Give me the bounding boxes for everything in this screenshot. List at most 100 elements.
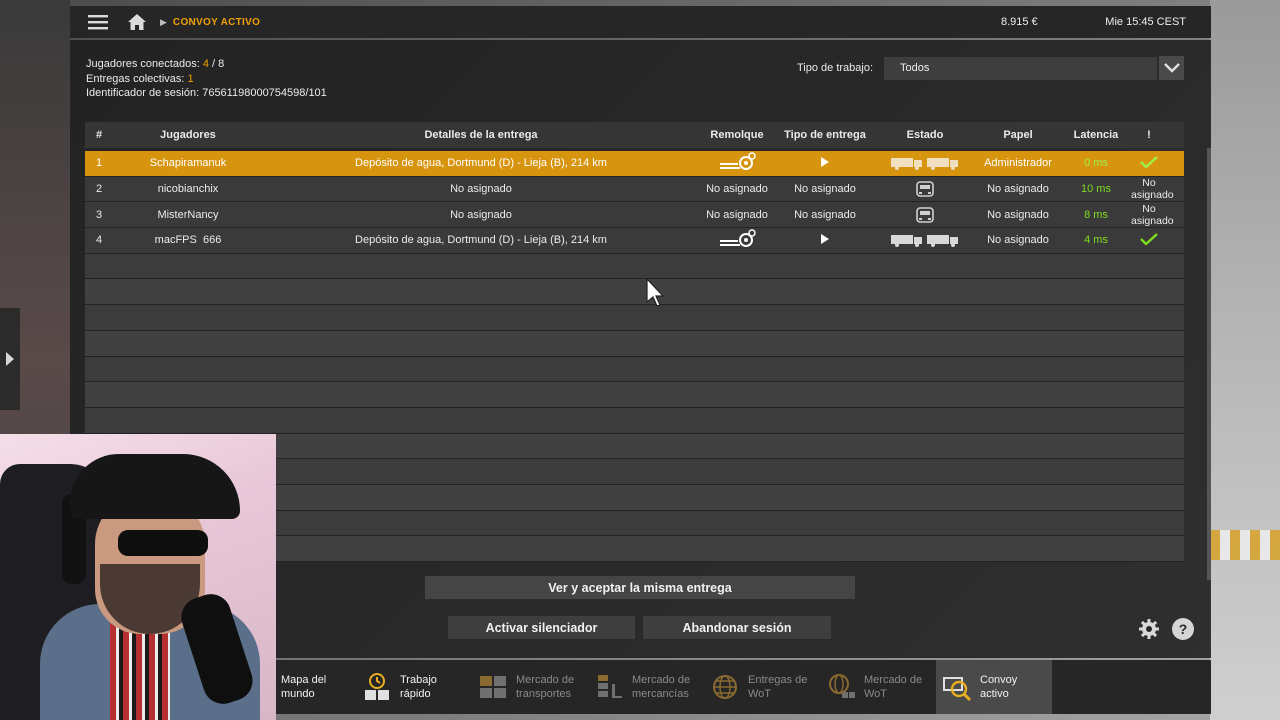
row-player: Schapiramanuk xyxy=(149,157,227,170)
deliveries-label: Entregas colectivas: xyxy=(86,72,185,85)
nav-quick-job[interactable]: Trabajo rápido xyxy=(356,660,472,714)
nav-wot-market[interactable]: Mercado de WoT xyxy=(820,660,936,714)
row-latency: 8 ms xyxy=(1084,208,1108,221)
col-status[interactable]: Estado xyxy=(875,129,975,141)
checkmark-icon xyxy=(1131,155,1167,171)
table-scrollbar[interactable] xyxy=(1207,148,1211,580)
nav-label: Mercado de mercancías xyxy=(632,674,691,700)
nav-active-convoy[interactable]: Convoy activo xyxy=(936,660,1052,714)
row-trailer: No asignado xyxy=(706,208,768,221)
empty-row xyxy=(85,253,1184,280)
side-expand-button[interactable] xyxy=(0,308,20,410)
nav-world-map[interactable]: Mapa del mundo xyxy=(276,660,356,714)
session-id: Identificador de sesión: 765611980007545… xyxy=(86,86,327,101)
truck-status-icon xyxy=(891,158,922,171)
clock-boxes-icon xyxy=(362,672,392,702)
cargo-market-icon xyxy=(594,672,624,702)
sunglasses xyxy=(118,530,208,556)
status-trucks xyxy=(875,156,975,171)
transport-market-icon xyxy=(478,672,508,702)
table-row[interactable]: 4 macFPS 666 Depósito de agua, Dortmund … xyxy=(85,228,1184,254)
nav-label: Mercado de transportes xyxy=(516,674,575,700)
row-ready: No asignado xyxy=(1131,202,1174,227)
truck-status-icon xyxy=(927,235,958,248)
convoy-search-icon xyxy=(942,672,972,702)
col-trailer[interactable]: Remolque xyxy=(699,129,775,141)
col-number[interactable]: # xyxy=(85,129,113,141)
trailer-icon xyxy=(699,152,775,175)
empty-row xyxy=(85,330,1184,357)
col-details[interactable]: Detalles de la entrega xyxy=(263,129,699,141)
row-number: 1 xyxy=(95,157,103,170)
empty-row xyxy=(85,382,1184,408)
row-number: 3 xyxy=(95,208,103,221)
gear-icon[interactable] xyxy=(1138,618,1160,640)
play-icon xyxy=(775,233,875,247)
play-icon xyxy=(775,156,875,170)
globe-icon xyxy=(710,672,740,702)
webcam-overlay xyxy=(0,434,276,720)
job-type-label: Tipo de trabajo: xyxy=(797,62,874,74)
col-role[interactable]: Papel xyxy=(975,129,1061,141)
chevron-down-icon xyxy=(1163,63,1180,73)
hamburger-menu-icon[interactable] xyxy=(80,6,116,38)
row-player: nicobianchix xyxy=(157,183,219,196)
table-row[interactable]: 3 MisterNancy No asignado No asignado No… xyxy=(85,202,1184,229)
nav-transport-market[interactable]: Mercado de transportes xyxy=(472,660,588,714)
home-icon[interactable] xyxy=(122,6,152,38)
bottom-nav: Mapa del mundo Trabajo rápido Mercado de… xyxy=(276,660,1211,714)
nav-label: Trabajo rápido xyxy=(400,674,437,700)
breadcrumb[interactable]: CONVOY ACTIVO xyxy=(173,17,260,28)
row-details: Depósito de agua, Dortmund (D) - Lieja (… xyxy=(355,234,607,247)
players-sep: / xyxy=(208,58,219,70)
top-bar: ▶ CONVOY ACTIVO 8.915 € Mie 15:45 CEST xyxy=(70,6,1211,38)
trailer-icon xyxy=(699,229,775,252)
session-info: Jugadores conectados: 4 / 8 Entregas col… xyxy=(86,57,327,101)
mouse-cursor-icon xyxy=(646,278,665,307)
nav-wot-deliveries[interactable]: Entregas de WoT xyxy=(704,660,820,714)
job-type-dropdown-button[interactable] xyxy=(1159,56,1184,80)
cap xyxy=(70,454,240,519)
mute-button[interactable]: Activar silenciador xyxy=(448,616,635,640)
row-latency: 4 ms xyxy=(1084,234,1108,247)
game-clock: Mie 15:45 CEST xyxy=(1105,16,1186,28)
row-player: macFPS 666 xyxy=(154,234,222,247)
empty-row xyxy=(85,407,1184,434)
row-player: MisterNancy xyxy=(157,208,219,221)
checkmark-icon xyxy=(1131,233,1167,248)
truck-status-icon xyxy=(891,235,922,248)
col-delivery-type[interactable]: Tipo de entrega xyxy=(775,129,875,141)
accept-same-delivery-button[interactable]: Ver y aceptar la misma entrega xyxy=(425,576,855,600)
table-row[interactable]: 2 nicobianchix No asignado No asignado N… xyxy=(85,176,1184,203)
col-latency[interactable]: Latencia xyxy=(1061,129,1131,141)
table-row[interactable]: 1 Schapiramanuk Depósito de agua, Dortmu… xyxy=(85,151,1184,177)
players-max: 8 xyxy=(218,58,225,70)
breadcrumb-arrow-icon: ▶ xyxy=(160,16,167,27)
col-alert[interactable]: ! xyxy=(1131,129,1167,141)
row-details: No asignado xyxy=(450,208,512,221)
row-number: 4 xyxy=(95,234,103,247)
table-header: # Jugadores Detalles de la entrega Remol… xyxy=(85,122,1184,148)
empty-row xyxy=(85,356,1184,383)
nav-label: Mercado de WoT xyxy=(864,674,923,700)
row-delivery-type: No asignado xyxy=(794,183,856,196)
players-connected: Jugadores conectados: 4 / 8 xyxy=(86,57,327,72)
row-details: No asignado xyxy=(450,183,512,196)
row-trailer: No asignado xyxy=(706,183,768,196)
vehicle-front-icon xyxy=(875,181,975,197)
deliveries-value: 1 xyxy=(187,72,194,85)
collective-deliveries: Entregas colectivas: 1 xyxy=(86,72,327,87)
row-role: No asignado xyxy=(987,234,1049,247)
leave-session-button[interactable]: Abandonar sesión xyxy=(643,616,831,640)
job-type-select[interactable]: Todos xyxy=(884,57,1157,80)
help-icon[interactable]: ? xyxy=(1172,618,1194,640)
col-players[interactable]: Jugadores xyxy=(113,129,263,141)
row-role: No asignado xyxy=(987,183,1049,196)
row-details: Depósito de agua, Dortmund (D) - Lieja (… xyxy=(355,157,607,170)
chevron-right-icon xyxy=(6,352,14,366)
empty-row xyxy=(85,305,1184,331)
nav-cargo-market[interactable]: Mercado de mercancías xyxy=(588,660,704,714)
players-label: Jugadores conectados: xyxy=(86,58,200,70)
session-label: Identificador de sesión: xyxy=(86,87,200,99)
background-stripe xyxy=(1210,530,1280,560)
